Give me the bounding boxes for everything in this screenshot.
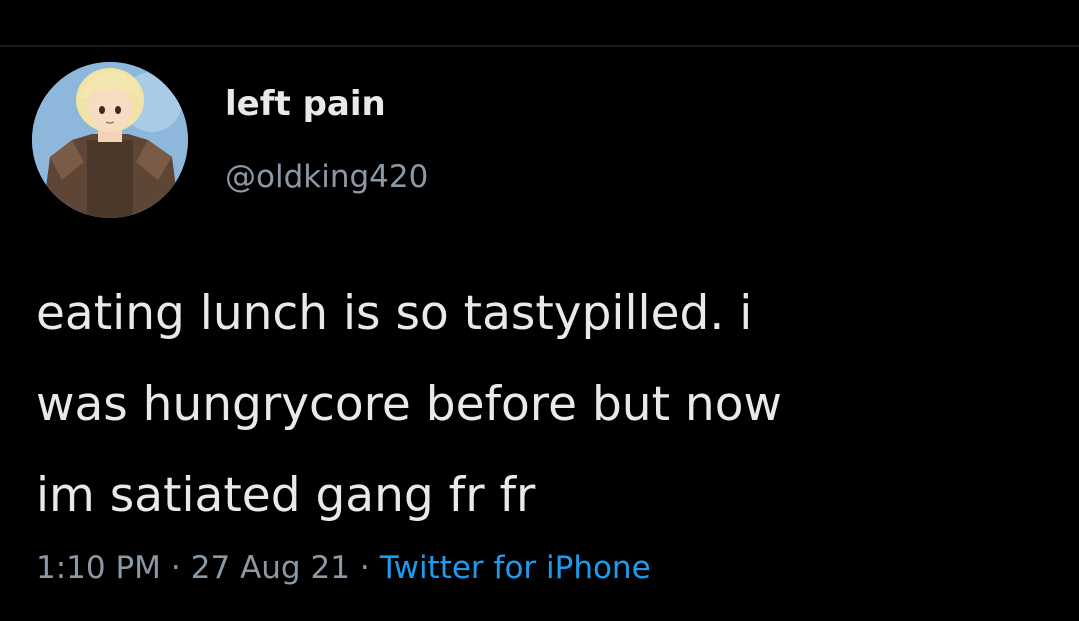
meta-separator: · [170,550,181,586]
tweet-card: left pain @oldking420 eating lunch is so… [0,0,1079,621]
meta-separator: · [359,550,370,586]
user-handle[interactable]: @oldking420 [225,157,428,197]
tweet-date[interactable]: 27 Aug 21 [191,550,350,586]
top-divider [0,45,1079,47]
tweet-text-line: eating lunch is so tastypilled. i [36,286,753,341]
tweet-text: eating lunch is so tastypilled. i was hu… [36,268,1056,541]
tweet-time[interactable]: 1:10 PM [36,550,161,586]
tweet-text-line: im satiated gang fr fr [36,468,536,523]
tweet-source-link[interactable]: Twitter for iPhone [380,550,651,586]
avatar[interactable] [32,62,188,218]
avatar-image [32,62,188,218]
display-name[interactable]: left pain [225,82,386,126]
tweet-meta: 1:10 PM · 27 Aug 21 · Twitter for iPhone [36,543,651,593]
tweet-text-line: was hungrycore before but now [36,377,782,432]
